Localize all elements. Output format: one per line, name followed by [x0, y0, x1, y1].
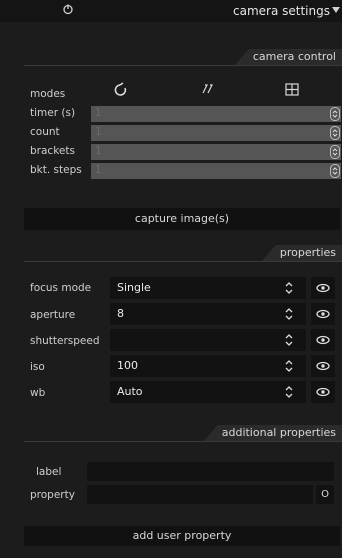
- focus-mode-value: Single: [117, 281, 151, 294]
- wb-value: Auto: [117, 385, 143, 398]
- updown-icon: [285, 282, 293, 294]
- section-divider: [24, 261, 342, 262]
- timer-value: 1: [95, 107, 102, 119]
- aperture-label: aperture: [30, 309, 76, 321]
- wb-label: wb: [30, 387, 46, 399]
- section-camera-control: camera control: [234, 49, 342, 65]
- eye-icon: [316, 283, 330, 293]
- count-label: count: [30, 126, 60, 138]
- wb-eye-button[interactable]: [311, 381, 335, 403]
- module-title: camera settings: [233, 4, 330, 18]
- user-property-input[interactable]: [87, 485, 313, 504]
- updown-icon: [285, 386, 293, 398]
- iso-label: iso: [30, 361, 45, 373]
- bracket-steps-value: 1: [95, 164, 102, 176]
- updown-icon: [285, 360, 293, 372]
- timer-spinner[interactable]: 1: [91, 106, 341, 122]
- aperture-eye-button[interactable]: [311, 303, 335, 325]
- updown-icon: [285, 308, 293, 320]
- bracket-steps-spinner[interactable]: 1: [91, 163, 341, 179]
- property-pick-button[interactable]: O: [316, 485, 334, 504]
- shutterspeed-select[interactable]: [110, 329, 306, 351]
- eye-icon: [316, 387, 330, 397]
- spinner-arrows-icon[interactable]: [330, 145, 340, 159]
- count-spinner[interactable]: 1: [91, 125, 341, 141]
- eye-icon: [316, 335, 330, 345]
- power-icon[interactable]: [62, 3, 74, 15]
- spinner-arrows-icon[interactable]: [330, 164, 340, 178]
- eye-icon: [316, 361, 330, 371]
- iso-value: 100: [117, 359, 138, 372]
- capture-button[interactable]: capture image(s): [24, 208, 340, 230]
- module-header: camera settings: [0, 0, 342, 22]
- chevron-down-icon[interactable]: [332, 6, 340, 14]
- add-user-property-button[interactable]: add user property: [24, 526, 340, 546]
- spinner-arrows-icon[interactable]: [330, 107, 340, 121]
- brackets-spinner[interactable]: 1: [91, 144, 341, 160]
- wb-select[interactable]: Auto: [110, 381, 306, 403]
- spinner-arrows-icon[interactable]: [330, 126, 340, 140]
- bracket-mode-icon[interactable]: [285, 83, 299, 96]
- iso-eye-button[interactable]: [311, 355, 335, 377]
- focus-mode-label: focus mode: [30, 282, 92, 294]
- shutterspeed-label: shutterspeed: [30, 335, 100, 347]
- section-divider: [24, 441, 342, 442]
- focus-mode-select[interactable]: Single: [110, 277, 306, 299]
- brackets-value: 1: [95, 145, 102, 157]
- section-additional-properties: additional properties: [203, 425, 342, 441]
- aperture-value: 8: [117, 307, 124, 320]
- eye-icon: [316, 309, 330, 319]
- timer-label: timer (s): [30, 107, 76, 119]
- shutterspeed-eye-button[interactable]: [311, 329, 335, 351]
- sequence-mode-icon[interactable]: [200, 82, 214, 96]
- brackets-label: brackets: [30, 145, 75, 157]
- iso-select[interactable]: 100: [110, 355, 306, 377]
- aperture-select[interactable]: 8: [110, 303, 306, 325]
- user-label-input[interactable]: [87, 462, 334, 481]
- bracket-steps-label: bkt. steps: [30, 164, 82, 176]
- timer-mode-icon[interactable]: [114, 82, 130, 98]
- focus-mode-eye-button[interactable]: [311, 277, 335, 299]
- count-value: 1: [95, 126, 102, 138]
- user-property-label: property: [30, 489, 75, 501]
- section-divider: [24, 65, 342, 66]
- section-properties: properties: [261, 245, 342, 261]
- user-label-label: label: [36, 466, 62, 478]
- updown-icon: [285, 334, 293, 346]
- modes-label: modes: [30, 88, 66, 100]
